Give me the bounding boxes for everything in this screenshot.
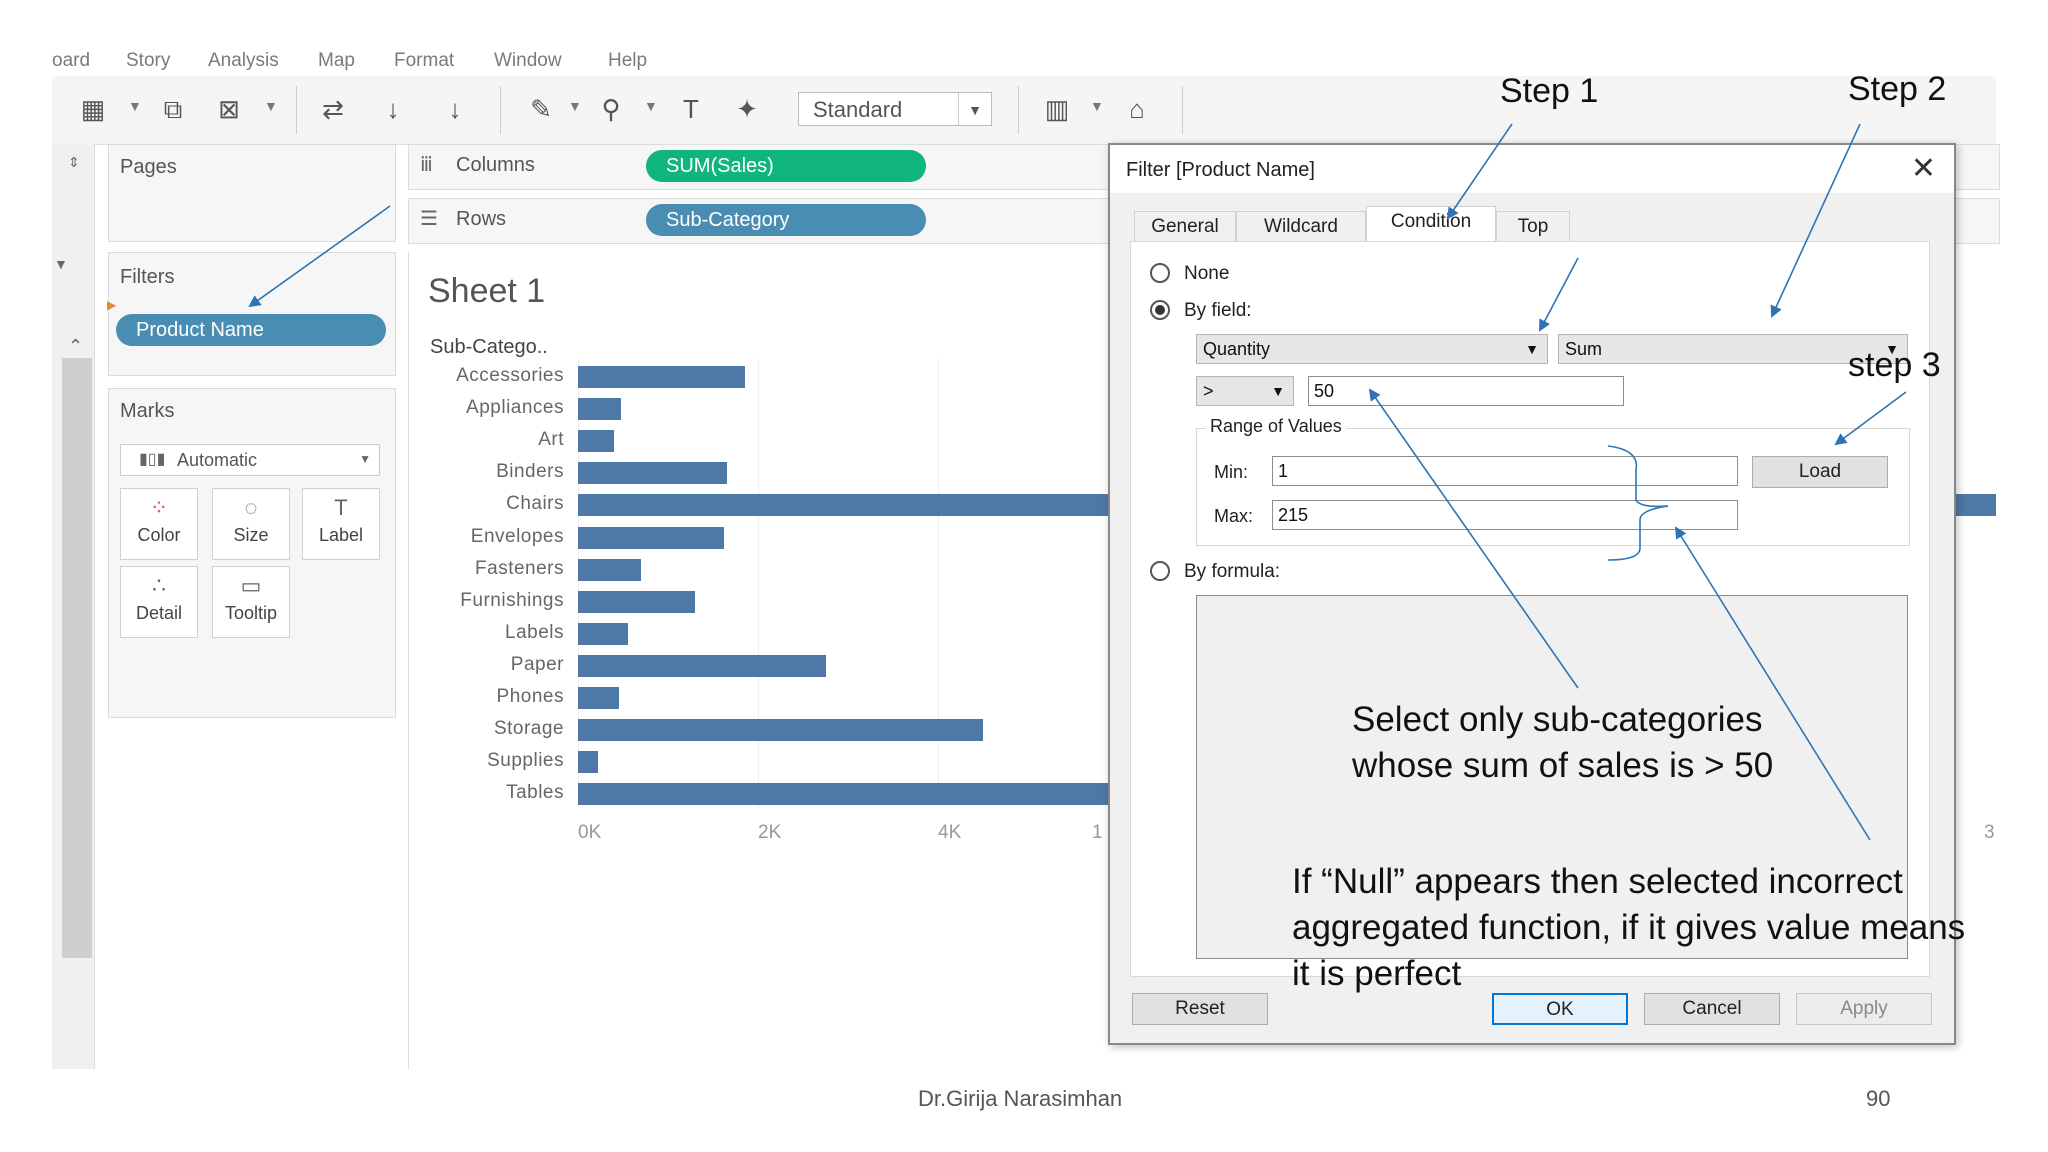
arrow-to-filter-pill xyxy=(248,205,391,308)
arrow-to-condition-tab xyxy=(1446,123,1513,220)
arrow-to-max-input xyxy=(1674,526,1871,841)
footer-author: Dr.Girija Narasimhan xyxy=(918,1086,1123,1111)
arrow-lines xyxy=(248,123,1907,841)
arrow-to-aggregation-select xyxy=(1770,123,1861,318)
footer-page-number: 90 xyxy=(1866,1086,1891,1111)
arrow-to-value-input xyxy=(1368,388,1579,689)
range-bracket-upper xyxy=(1607,445,1669,508)
range-bracket-lower xyxy=(1607,505,1669,561)
arrow-to-field-select xyxy=(1539,257,1579,332)
annotation-arrows xyxy=(248,123,1907,841)
arrow-to-load-button xyxy=(1834,391,1907,446)
